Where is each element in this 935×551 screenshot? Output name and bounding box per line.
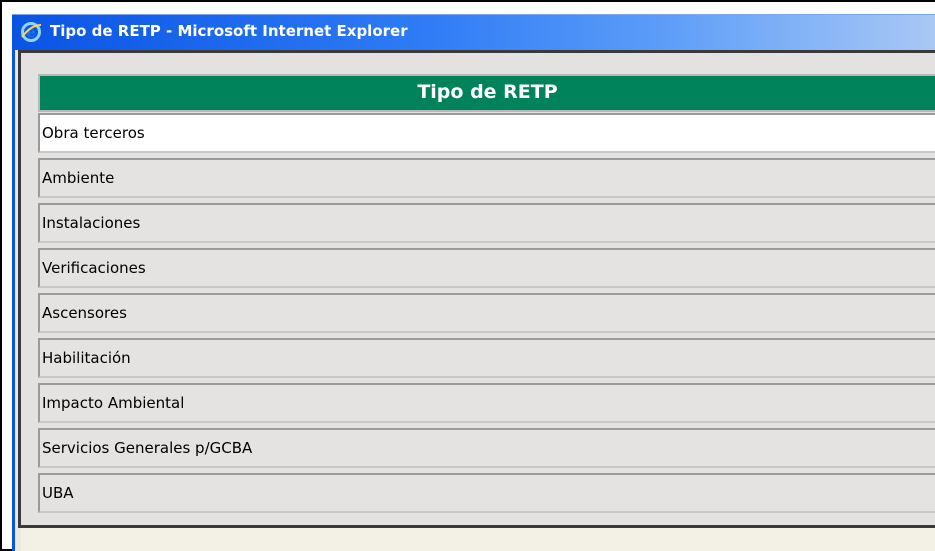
window-title: Tipo de RETP - Microsoft Internet Explor… — [50, 22, 408, 40]
table-row[interactable]: UBA — [38, 473, 935, 513]
internet-explorer-icon[interactable]: e — [20, 21, 42, 43]
window-titlebar[interactable]: e Tipo de RETP - Microsoft Internet Expl… — [12, 14, 935, 50]
table-row[interactable]: Impacto Ambiental — [38, 383, 935, 423]
table-row[interactable]: Habilitación — [38, 338, 935, 378]
table-row[interactable]: Verificaciones — [38, 248, 935, 288]
table-row[interactable]: Servicios Generales p/GCBA — [38, 428, 935, 468]
table-row[interactable]: Ascensores — [38, 293, 935, 333]
table-row[interactable]: Obra terceros — [38, 113, 935, 153]
outer-frame-left — [0, 0, 2, 551]
table-header: Tipo de RETP — [38, 74, 935, 112]
outer-frame-top — [0, 0, 935, 2]
table-row[interactable]: Instalaciones — [38, 203, 935, 243]
table-row[interactable]: Ambiente — [38, 158, 935, 198]
